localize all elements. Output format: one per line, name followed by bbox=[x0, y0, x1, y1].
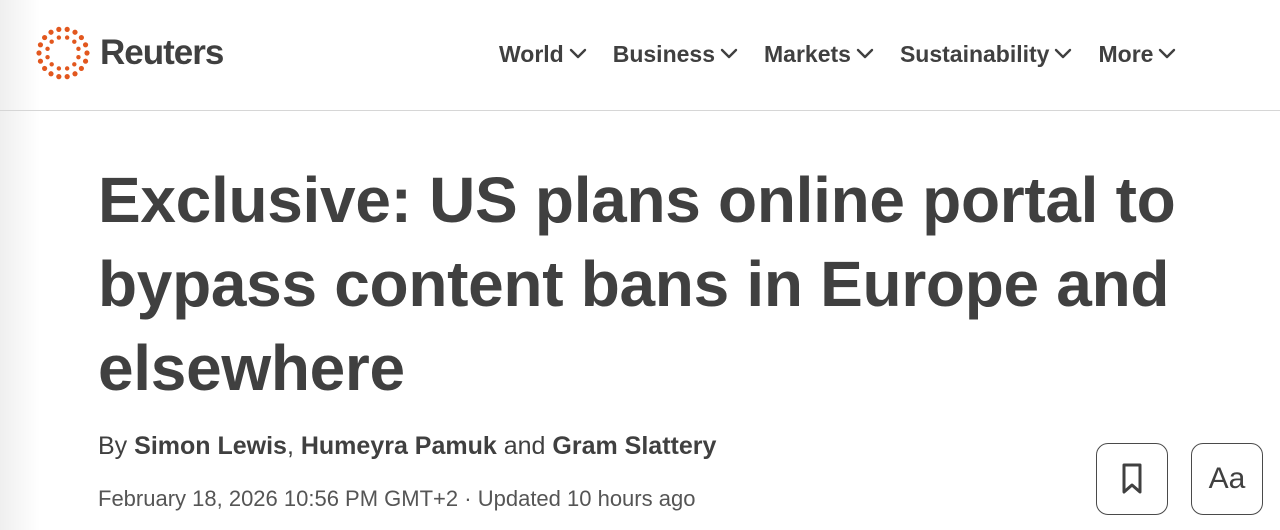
chevron-down-icon bbox=[569, 48, 587, 60]
article-headline: Exclusive: US plans online portal to byp… bbox=[98, 164, 1176, 404]
logo-dot bbox=[72, 62, 77, 67]
logo-dot bbox=[72, 71, 78, 77]
logo-dot bbox=[76, 54, 81, 60]
logo-dot bbox=[37, 58, 44, 64]
dateline-separator: · bbox=[464, 486, 472, 511]
logo-dot bbox=[48, 29, 54, 35]
logo-dot bbox=[42, 34, 48, 41]
logo-dot bbox=[72, 29, 78, 35]
logo-dot bbox=[56, 35, 62, 40]
logo-dot bbox=[42, 65, 48, 72]
logo-dot bbox=[64, 35, 70, 40]
logo-dot bbox=[37, 42, 44, 48]
site-header: Reuters World Business Markets Sustainab… bbox=[0, 0, 1280, 111]
logo-dot bbox=[78, 34, 84, 41]
logo-dot bbox=[72, 39, 77, 44]
published-date: February 18, 2026 10:56 PM GMT+2 bbox=[98, 486, 459, 511]
nav-item-business[interactable]: Business bbox=[613, 36, 738, 72]
nav-item-more[interactable]: More bbox=[1098, 36, 1176, 72]
logo-wordmark: Reuters bbox=[100, 33, 224, 72]
logo-dot bbox=[45, 46, 50, 52]
author-link[interactable]: Humeyra Pamuk bbox=[301, 432, 497, 460]
nav-item-label: More bbox=[1098, 41, 1154, 67]
logo-dot bbox=[76, 46, 81, 52]
logo-dot bbox=[36, 50, 42, 56]
logo-dot bbox=[64, 26, 70, 32]
byline-conjunction: and bbox=[503, 432, 546, 460]
nav-item-label: World bbox=[499, 41, 564, 67]
bookmark-icon bbox=[1122, 463, 1142, 494]
nav-item-markets[interactable]: Markets bbox=[764, 36, 874, 72]
logo-dot bbox=[84, 50, 90, 56]
bookmark-button[interactable] bbox=[1096, 443, 1168, 515]
article-dateline: February 18, 2026 10:56 PM GMT+2 · Updat… bbox=[98, 484, 695, 514]
chevron-down-icon bbox=[1158, 48, 1176, 60]
logo-dot bbox=[82, 42, 89, 48]
font-size-label: Aa bbox=[1208, 462, 1246, 495]
chevron-down-icon bbox=[856, 48, 874, 60]
author-link[interactable]: Simon Lewis bbox=[134, 432, 287, 460]
reuters-logo[interactable]: Reuters bbox=[34, 24, 224, 82]
logo-dot bbox=[49, 62, 54, 67]
byline-separator: , bbox=[286, 432, 294, 460]
logo-dot bbox=[56, 66, 62, 71]
logo-dot bbox=[48, 71, 54, 77]
reuters-logo-icon bbox=[36, 26, 90, 80]
nav-item-sustainability[interactable]: Sustainability bbox=[900, 36, 1073, 72]
article-byline: By Simon Lewis, Humeyra Pamuk and Gram S… bbox=[98, 430, 716, 462]
logo-dot bbox=[82, 58, 89, 64]
nav-item-label: Business bbox=[612, 41, 715, 67]
font-size-button[interactable]: Aa bbox=[1191, 443, 1263, 515]
chevron-down-icon bbox=[720, 48, 738, 60]
article-main: Exclusive: US plans online portal to byp… bbox=[98, 158, 1218, 410]
nav-item-world[interactable]: World bbox=[499, 36, 587, 72]
nav-item-label: Markets bbox=[764, 41, 851, 67]
logo-dot bbox=[49, 39, 54, 44]
nav-item-label: Sustainability bbox=[899, 41, 1050, 67]
logo-dot bbox=[45, 54, 50, 60]
logo-dot bbox=[64, 66, 70, 71]
logo-dot bbox=[64, 74, 70, 80]
logo-dot bbox=[56, 74, 62, 80]
author-link[interactable]: Gram Slattery bbox=[552, 432, 716, 460]
logo-dot bbox=[78, 65, 84, 72]
chevron-down-icon bbox=[1054, 48, 1072, 60]
logo-dot bbox=[56, 26, 62, 32]
main-nav: World Business Markets Sustainability Mo… bbox=[499, 36, 1176, 72]
updated-time: Updated 10 hours ago bbox=[477, 486, 696, 511]
byline-prefix: By bbox=[98, 432, 128, 460]
